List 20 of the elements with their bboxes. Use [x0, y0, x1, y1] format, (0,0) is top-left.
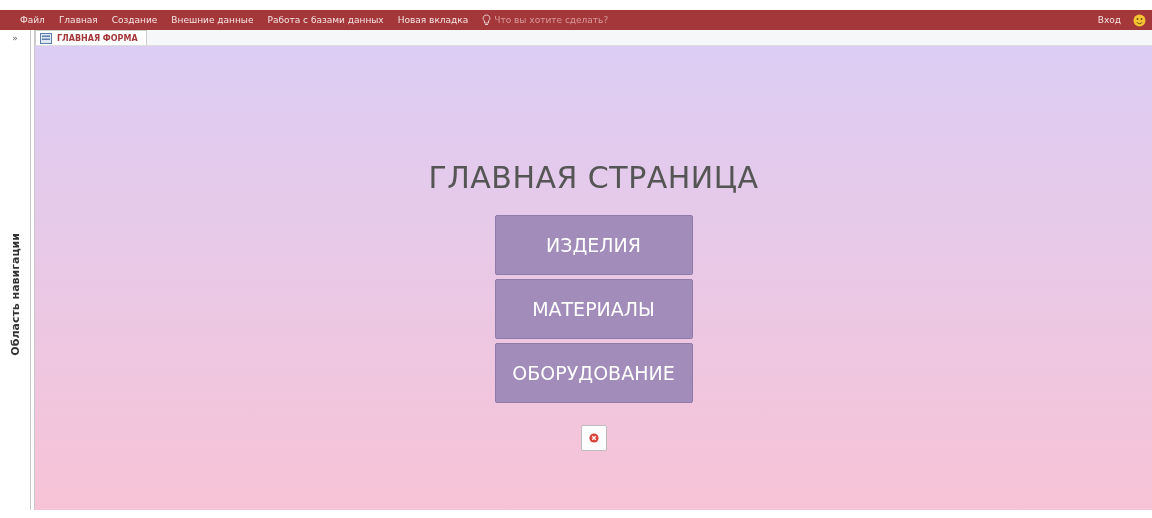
document-tab[interactable]: ГЛАВНАЯ ФОРМА — [35, 30, 147, 45]
form-title: ГЛАВНАЯ СТРАНИЦА — [428, 160, 759, 195]
lightbulb-icon — [482, 14, 492, 26]
menu-tab[interactable]: Внешние данные — [171, 15, 254, 25]
navigation-button[interactable]: ОБОРУДОВАНИЕ — [494, 343, 693, 403]
close-icon — [588, 433, 599, 443]
menu-tab[interactable]: Новая вкладка — [397, 15, 469, 25]
menu-tab[interactable]: Главная — [58, 15, 98, 25]
tell-me-field[interactable]: Что вы хотите сделать? — [482, 14, 625, 26]
navigation-button[interactable]: МАТЕРИАЛЫ — [494, 279, 693, 339]
close-button[interactable] — [580, 425, 607, 451]
navigation-pane-title[interactable]: Область навигации — [8, 233, 22, 356]
menu-tab[interactable]: Работа с базами данных — [267, 15, 384, 25]
smiley-icon — [1133, 13, 1146, 27]
sign-in-link[interactable]: Вход — [1097, 15, 1121, 25]
menu-tab[interactable]: Файл — [20, 15, 45, 25]
menu-tab[interactable]: Создание — [111, 15, 158, 25]
form-icon — [40, 32, 52, 44]
expand-toggle[interactable]: » — [12, 33, 18, 43]
navigation-button[interactable]: ИЗДЕЛИЯ — [494, 215, 693, 275]
